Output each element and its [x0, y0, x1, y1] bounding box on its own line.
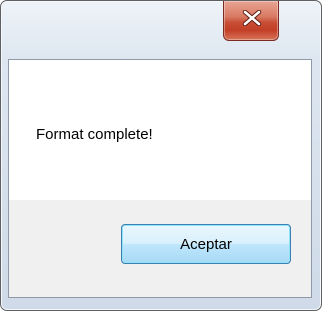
button-area: Aceptar — [9, 200, 311, 297]
accept-button[interactable]: Aceptar — [121, 224, 291, 264]
close-icon — [242, 10, 262, 26]
dialog-content: Format complete! Aceptar — [8, 59, 312, 298]
close-button[interactable] — [223, 1, 279, 41]
title-bar[interactable] — [1, 1, 321, 59]
message-dialog: Format complete! Aceptar — [0, 0, 322, 311]
message-text: Format complete! — [36, 126, 153, 143]
